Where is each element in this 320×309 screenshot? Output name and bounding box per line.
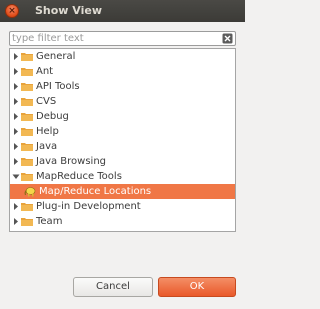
tree-item-ant[interactable]: Ant [10,64,235,79]
filter-field[interactable] [9,31,236,46]
tree-item-label: Ant [36,66,54,77]
tree-item-java-browsing[interactable]: Java Browsing [10,154,235,169]
folder-icon [21,218,33,226]
expand-arrow-icon[interactable] [12,214,20,229]
tree-item-label: Plug-in Development [36,201,141,212]
filter-input[interactable] [12,32,217,45]
cancel-button[interactable]: Cancel [73,277,153,297]
tree-item-label: Team [36,216,63,227]
window-title: Show View [35,4,103,17]
folder-icon [21,53,33,61]
tree-item-team[interactable]: Team [10,214,235,229]
tree-item-label: API Tools [36,81,80,92]
folder-icon [21,83,33,91]
folder-icon [21,203,33,211]
tree-item-label: Map/Reduce Locations [39,186,152,197]
folder-icon [21,143,33,151]
tree-item-help[interactable]: Help [10,124,235,139]
tree-item-cvs[interactable]: CVS [10,94,235,109]
clear-icon[interactable] [222,33,233,44]
tree-item-label: Debug [36,111,69,122]
tree-item-mapreduce-locations[interactable]: Map/Reduce Locations [10,184,235,199]
collapse-arrow-icon[interactable] [12,169,20,184]
expand-arrow-icon[interactable] [12,139,20,154]
expand-arrow-icon[interactable] [12,49,20,64]
tree-item-mapreduce-tools[interactable]: MapReduce Tools [10,169,235,184]
expand-arrow-icon[interactable] [12,154,20,169]
tree-item-label: MapReduce Tools [36,171,122,182]
tree-item-label: Java Browsing [36,156,107,167]
view-tree[interactable]: General Ant API Tools CVS Debug Help Jav… [9,48,236,232]
tree-item-debug[interactable]: Debug [10,109,235,124]
tree-item-label: CVS [36,96,57,107]
tree-item-plug-in-development[interactable]: Plug-in Development [10,199,235,214]
title-bar: × Show View [0,0,245,22]
folder-icon [21,68,33,76]
tree-item-java[interactable]: Java [10,139,235,154]
expand-arrow-icon[interactable] [12,79,20,94]
expand-arrow-icon[interactable] [12,124,20,139]
folder-icon [21,173,33,181]
expand-arrow-icon[interactable] [12,64,20,79]
tree-item-api-tools[interactable]: API Tools [10,79,235,94]
folder-icon [21,98,33,106]
tree-item-label: General [36,51,76,62]
ok-button[interactable]: OK [158,277,236,297]
elephant-icon [24,187,36,197]
tree-item-label: Help [36,126,59,137]
expand-arrow-icon[interactable] [12,94,20,109]
close-icon[interactable]: × [5,4,19,18]
tree-item-general[interactable]: General [10,49,235,64]
folder-icon [21,128,33,136]
folder-icon [21,158,33,166]
expand-arrow-icon[interactable] [12,109,20,124]
tree-item-label: Java [36,141,58,152]
expand-arrow-icon[interactable] [12,199,20,214]
folder-icon [21,113,33,121]
